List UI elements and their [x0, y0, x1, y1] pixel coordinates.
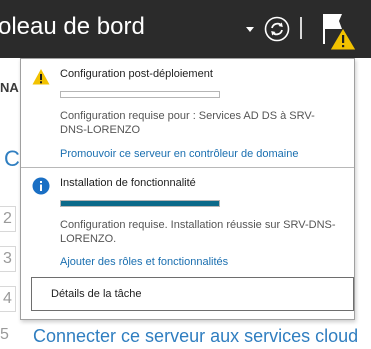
- progress-fill: [61, 201, 219, 206]
- info-icon: [32, 177, 50, 195]
- promote-domain-controller-link[interactable]: Promouvoir ce serveur en contrôleur de d…: [60, 148, 298, 160]
- step-number: 4: [0, 286, 16, 312]
- connect-cloud-link[interactable]: Connecter ce serveur aux services cloud: [33, 326, 358, 347]
- warning-icon: [32, 69, 50, 85]
- section-label: NA: [0, 80, 19, 95]
- step-number: 3: [0, 246, 16, 272]
- header-separator: [300, 17, 302, 39]
- page-title: oleau de bord: [0, 13, 145, 40]
- notification-description: Configuration requise pour : Services AD…: [60, 110, 315, 136]
- notification-item: Installation de fonctionnalité Configura…: [21, 168, 354, 268]
- notification-title: Installation de fonctionnalité: [60, 177, 196, 189]
- step-number: 5: [0, 326, 9, 343]
- step-heading-fragment: C: [4, 146, 20, 171]
- notification-title: Configuration post-déploiement: [60, 68, 213, 80]
- chevron-down-icon[interactable]: [245, 26, 255, 34]
- progress-bar: [60, 91, 220, 98]
- progress-bar: [60, 200, 220, 207]
- task-details-button[interactable]: Détails de la tâche: [31, 277, 354, 311]
- notifications-popup: Configuration post-déploiement Configura…: [20, 58, 355, 320]
- step-number: 2: [0, 206, 16, 232]
- header-bar: oleau de bord: [0, 0, 371, 58]
- notification-item: Configuration post-déploiement Configura…: [21, 59, 354, 168]
- notification-flag-icon[interactable]: [318, 10, 358, 52]
- add-roles-features-link[interactable]: Ajouter des rôles et fonctionnalités: [60, 256, 228, 268]
- notification-description: Configuration requise. Installation réus…: [60, 219, 336, 245]
- refresh-icon[interactable]: [264, 16, 290, 42]
